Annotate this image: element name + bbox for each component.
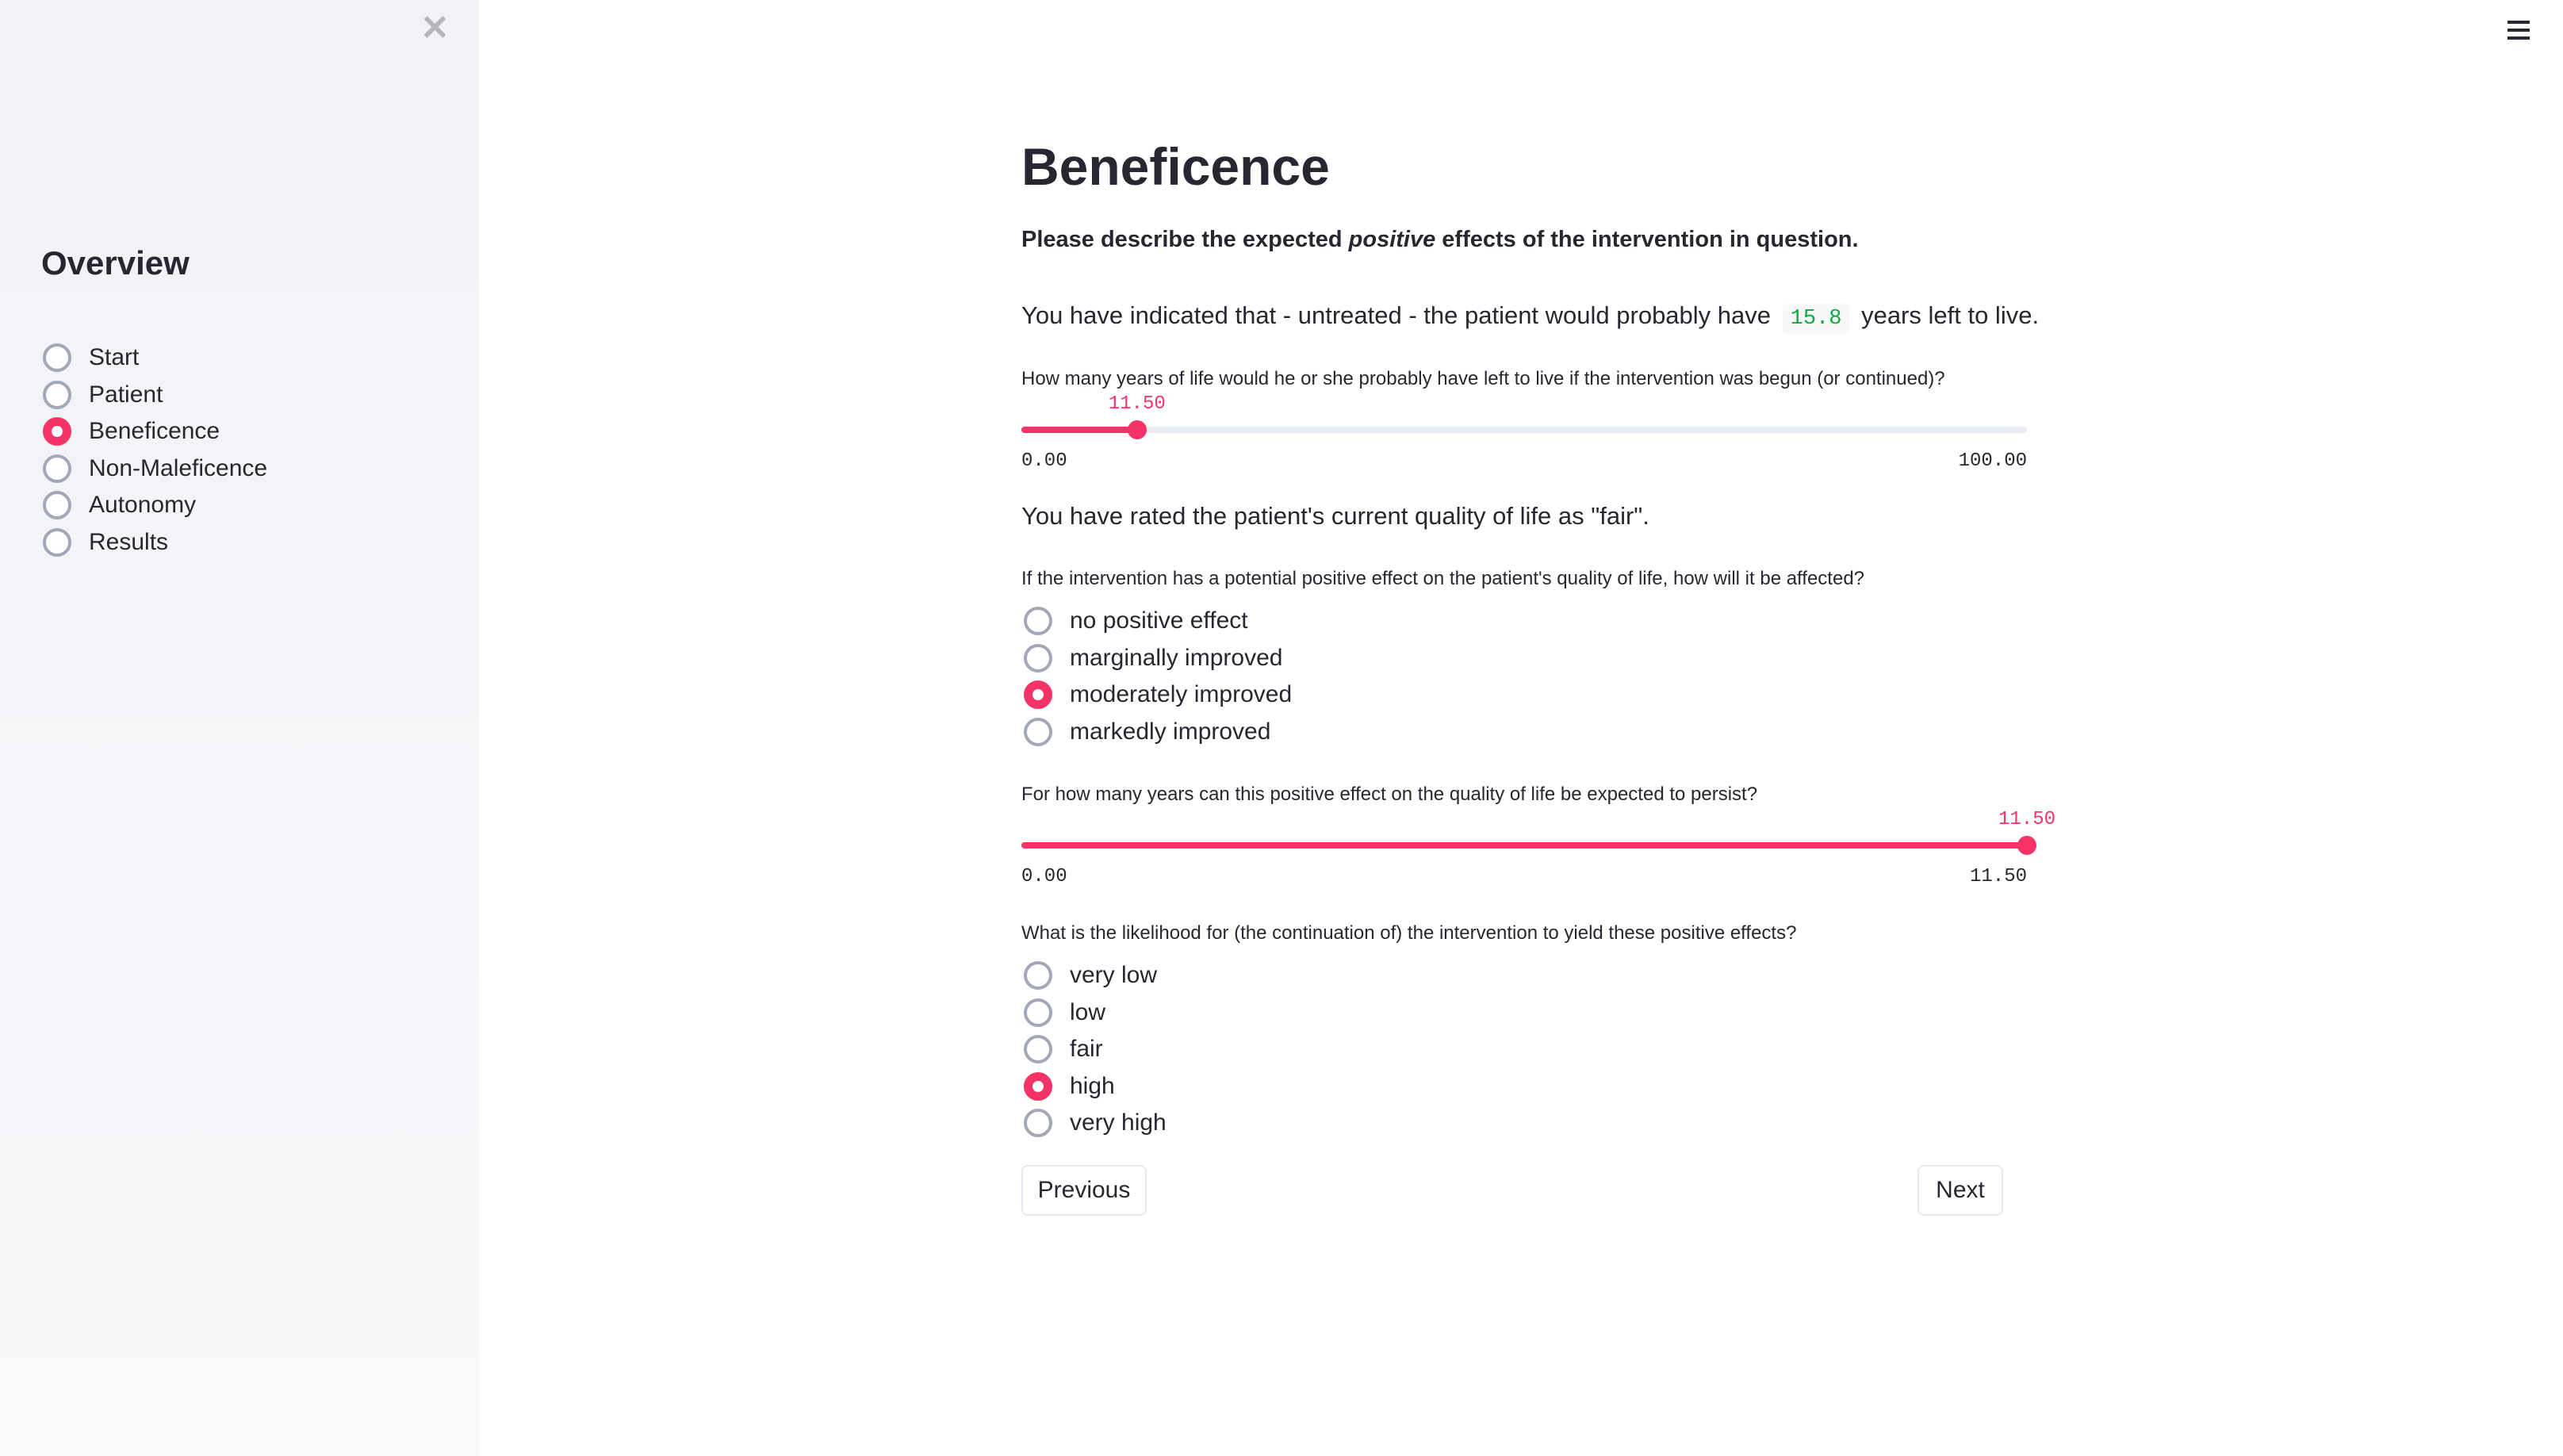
option-moderately-improved[interactable]: moderately improved (1024, 677, 1292, 712)
radio-selected-icon[interactable] (1024, 1071, 1052, 1101)
page-title: Beneficence (1021, 137, 1330, 196)
sidebar-item-beneficence[interactable]: Beneficence (43, 414, 220, 449)
radio-unselected-icon[interactable] (43, 491, 71, 520)
sidebar-item-patient[interactable]: Patient (43, 377, 163, 412)
sidebar-title: Overview (41, 244, 190, 282)
radio-label: marginally improved (1070, 644, 1283, 671)
radio-selected-icon[interactable] (43, 417, 71, 446)
slider-fill (1021, 842, 2027, 849)
radio-unselected-icon[interactable] (43, 380, 71, 409)
sidebar: ✕ Overview Start Patient Beneficence Non-Ma… (0, 0, 479, 1456)
radio-unselected-icon[interactable] (1024, 1035, 1052, 1064)
option-fair[interactable]: fair (1024, 1032, 1103, 1067)
option-marginally-improved[interactable]: marginally improved (1024, 641, 1282, 676)
sidebar-item-start[interactable]: Start (43, 340, 139, 375)
radio-unselected-icon[interactable] (1024, 998, 1052, 1027)
radio-label: no positive effect (1070, 607, 1248, 634)
q4-label: What is the likelihood for (the continua… (1021, 922, 1797, 944)
radio-selected-icon[interactable] (1024, 680, 1052, 710)
slider-thumb[interactable] (1127, 420, 1147, 439)
option-very-high[interactable]: very high (1024, 1105, 1167, 1140)
slider-fill (1021, 427, 1137, 433)
option-low[interactable]: low (1024, 995, 1105, 1030)
slider-track[interactable] (1021, 420, 2027, 439)
radio-label: fair (1070, 1036, 1103, 1063)
option-no-positive-effect[interactable]: no positive effect (1024, 603, 1248, 638)
slider-max: 11.50 (1969, 866, 2027, 887)
radio-label: very low (1070, 962, 1158, 988)
info-text: You have indicated that - untreated - th… (1021, 301, 1772, 329)
slider-value: 11.50 (1108, 393, 1166, 415)
slider-min: 0.00 (1021, 450, 1067, 472)
slider-track[interactable] (1021, 836, 2036, 855)
radio-label: Start (89, 344, 140, 370)
radio-unselected-icon[interactable] (1024, 1109, 1052, 1138)
sidebar-item-autonomy[interactable]: Autonomy (43, 488, 196, 523)
radio-unselected-icon[interactable] (1024, 643, 1052, 672)
persist-years-slider[interactable]: 11.50 0.00 11.50 (1021, 809, 2055, 887)
slider-min: 0.00 (1021, 866, 1067, 887)
option-very-low[interactable]: very low (1024, 958, 1157, 993)
sidebar-item-non-maleficence[interactable]: Non-Maleficence (43, 451, 267, 486)
radio-unselected-icon[interactable] (1024, 717, 1052, 746)
previous-button[interactable]: Previous (1021, 1165, 1147, 1216)
slider1-label: How many years of life would he or she p… (1021, 368, 1945, 389)
years-slider[interactable]: 11.50 0.00 100.00 (1021, 393, 2027, 472)
untreated-years-value: 15.8 (1782, 304, 1850, 334)
radio-label: low (1070, 998, 1106, 1025)
option-markedly-improved[interactable]: markedly improved (1024, 715, 1270, 749)
radio-label: moderately improved (1070, 681, 1293, 708)
subtitle-emphasis: positive (1348, 227, 1436, 252)
close-sidebar-icon[interactable]: ✕ (420, 11, 450, 46)
radio-unselected-icon[interactable] (43, 454, 71, 483)
option-high[interactable]: high (1024, 1069, 1115, 1104)
subtitle-text: effects of the intervention in question. (1435, 227, 1859, 252)
radio-unselected-icon[interactable] (43, 528, 71, 557)
radio-label: Results (89, 529, 169, 555)
untreated-info: You have indicated that - untreated - th… (1021, 301, 2039, 334)
slider-max: 100.00 (1958, 450, 2027, 472)
radio-unselected-icon[interactable] (1024, 607, 1052, 635)
radio-unselected-icon[interactable] (43, 343, 71, 372)
radio-label: very high (1070, 1109, 1167, 1136)
next-button[interactable]: Next (1917, 1165, 2003, 1216)
page-subtitle: Please describe the expected positive ef… (1021, 227, 2027, 253)
radio-label: Patient (89, 381, 163, 408)
subtitle-text: Please describe the expected (1021, 227, 1349, 252)
radio-label: Autonomy (89, 492, 197, 519)
quality-info: You have rated the patient's current qua… (1021, 502, 1649, 530)
radio-unselected-icon[interactable] (1024, 961, 1052, 990)
info-text: years left to live. (1861, 301, 2040, 329)
menu-icon[interactable] (2507, 21, 2530, 44)
q2-label: If the intervention has a potential posi… (1021, 568, 1865, 589)
radio-label: Beneficence (89, 418, 220, 445)
radio-label: markedly improved (1070, 718, 1271, 745)
radio-label: high (1070, 1072, 1115, 1099)
slider2-label: For how many years can this positive eff… (1021, 784, 1758, 805)
radio-label: Non-Maleficence (89, 454, 268, 481)
slider-thumb[interactable] (2017, 836, 2036, 855)
slider-value: 11.50 (1998, 809, 2056, 830)
sidebar-item-results[interactable]: Results (43, 525, 168, 560)
